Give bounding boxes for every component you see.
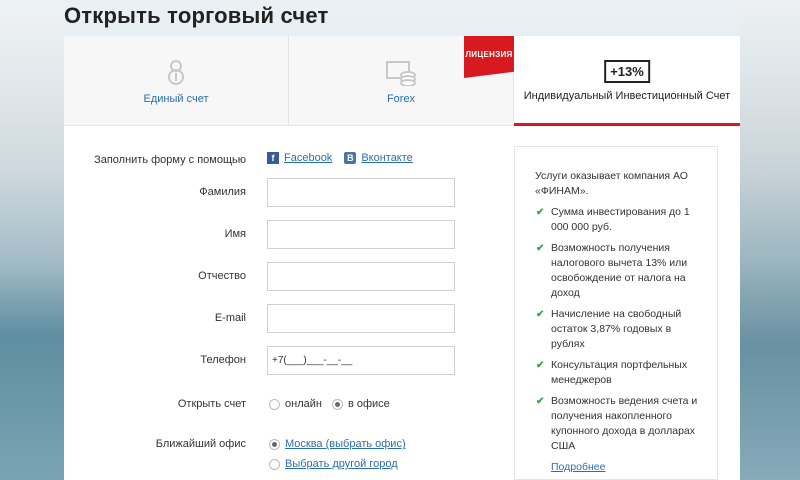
check-icon: ✔ bbox=[536, 207, 545, 218]
page-title: Открыть торговый счет bbox=[64, 3, 329, 28]
social-fill-row: Заполнить форму с помощью f Facebook В Вко… bbox=[64, 146, 504, 176]
account-card: Единый счет ЛИЦЕНЗИЯ Forex +13% Индивиду… bbox=[64, 36, 740, 480]
phone-input[interactable]: +7(___)___-__-__ bbox=[267, 346, 455, 375]
open-office-radio[interactable]: в офисе bbox=[331, 398, 390, 410]
check-icon: ✔ bbox=[536, 396, 545, 407]
office-other-link[interactable]: Выбрать другой город bbox=[285, 458, 398, 470]
name-input[interactable] bbox=[267, 220, 455, 249]
radio-circle bbox=[269, 458, 280, 470]
tab-forex[interactable]: ЛИЦЕНЗИЯ Forex bbox=[289, 36, 514, 126]
open-online-label: онлайн bbox=[285, 398, 322, 410]
office-other-radio[interactable]: Выбрать другой город bbox=[269, 458, 406, 470]
tab-unified-account[interactable]: Единый счет bbox=[64, 36, 289, 126]
tab-iis-label: Индивидуальный Инвестиционный Счет bbox=[523, 90, 731, 102]
check-icon: ✔ bbox=[536, 243, 545, 254]
benefit-item: ✔ Сумма инвестирования до 1 000 000 руб. bbox=[535, 205, 701, 235]
office-moscow-radio[interactable]: Москва (выбрать офис) bbox=[269, 438, 406, 450]
license-ribbon: ЛИЦЕНЗИЯ bbox=[464, 36, 514, 78]
nearest-office-label: Ближайший офис bbox=[155, 438, 246, 450]
info-sidebar: Услуги оказывает компания АО «ФИНАМ». ✔ С… bbox=[514, 146, 718, 480]
nearest-office-row: Ближайший офис Москва (выбрать офис) Выб… bbox=[64, 430, 504, 470]
tab-unified-account-label: Единый счет bbox=[143, 93, 209, 105]
background-right bbox=[738, 0, 800, 480]
vkontakte-link[interactable]: В Вконтакте bbox=[344, 152, 413, 164]
email-label: E-mail bbox=[214, 312, 246, 324]
facebook-icon: f bbox=[267, 152, 279, 164]
phone-label: Телефон bbox=[200, 354, 246, 366]
tax-badge: +13% bbox=[604, 60, 650, 83]
facebook-link-label: Facebook bbox=[284, 152, 333, 164]
benefit-item: ✔ Возможность получения налогового вычета… bbox=[535, 241, 701, 301]
piggy-bank-icon bbox=[168, 60, 184, 85]
benefit-item: ✔ Начисление на свободный остаток 3,87% г… bbox=[535, 307, 701, 352]
coins-icon bbox=[386, 61, 416, 86]
benefit-item: ✔ Возможность ведения счета и получения н… bbox=[535, 394, 701, 454]
open-online-radio[interactable]: онлайн bbox=[269, 398, 322, 410]
surname-row: Фамилия bbox=[64, 178, 504, 208]
email-row: E-mail bbox=[64, 304, 504, 334]
more-link[interactable]: Подробнее bbox=[551, 460, 605, 475]
radio-circle bbox=[269, 398, 280, 410]
vk-icon: В bbox=[344, 152, 357, 164]
open-office-label: в офисе bbox=[347, 398, 390, 410]
patronymic-label: Отчество bbox=[198, 270, 246, 282]
patronymic-input[interactable] bbox=[267, 262, 455, 291]
social-fill-label: Заполнить форму с помощью bbox=[94, 154, 246, 166]
office-moscow-link[interactable]: Москва (выбрать офис) bbox=[285, 438, 406, 450]
benefit-text: Сумма инвестирования до 1 000 000 руб. bbox=[551, 206, 690, 233]
sidebar-intro: Услуги оказывает компания АО «ФИНАМ». bbox=[535, 170, 688, 197]
benefit-text: Возможность ведения счета и получения на… bbox=[551, 395, 698, 452]
tab-forex-label: Forex bbox=[386, 93, 416, 105]
patronymic-row: Отчество bbox=[64, 262, 504, 292]
surname-label: Фамилия bbox=[199, 186, 246, 198]
benefit-text: Начисление на свободный остаток 3,87% го… bbox=[551, 308, 682, 350]
name-label: Имя bbox=[224, 228, 246, 240]
radio-circle-selected bbox=[331, 398, 343, 410]
background-left bbox=[0, 0, 64, 480]
vkontakte-link-label: Вконтакте bbox=[361, 152, 413, 164]
tab-iis[interactable]: +13% Индивидуальный Инвестиционный Счет bbox=[514, 36, 740, 126]
benefit-text: Возможность получения налогового вычета … bbox=[551, 242, 688, 299]
surname-input[interactable] bbox=[267, 178, 455, 207]
check-icon: ✔ bbox=[536, 309, 545, 320]
benefit-text: Консультация портфельных менеджеров bbox=[551, 359, 688, 386]
open-account-label: Открыть счет bbox=[177, 398, 246, 410]
facebook-link[interactable]: f Facebook bbox=[267, 152, 332, 164]
email-input[interactable] bbox=[267, 304, 455, 333]
open-account-row: Открыть счет онлайн в офисе bbox=[64, 390, 504, 420]
name-row: Имя bbox=[64, 220, 504, 250]
check-icon: ✔ bbox=[536, 360, 545, 371]
radio-circle-selected bbox=[269, 438, 280, 450]
benefits-list: ✔ Сумма инвестирования до 1 000 000 руб. … bbox=[535, 205, 701, 454]
account-type-tabs: Единый счет ЛИЦЕНЗИЯ Forex +13% Индивиду… bbox=[64, 36, 740, 126]
benefit-item: ✔ Консультация портфельных менеджеров bbox=[535, 358, 701, 388]
phone-row: Телефон +7(___)___-__-__ bbox=[64, 346, 504, 376]
